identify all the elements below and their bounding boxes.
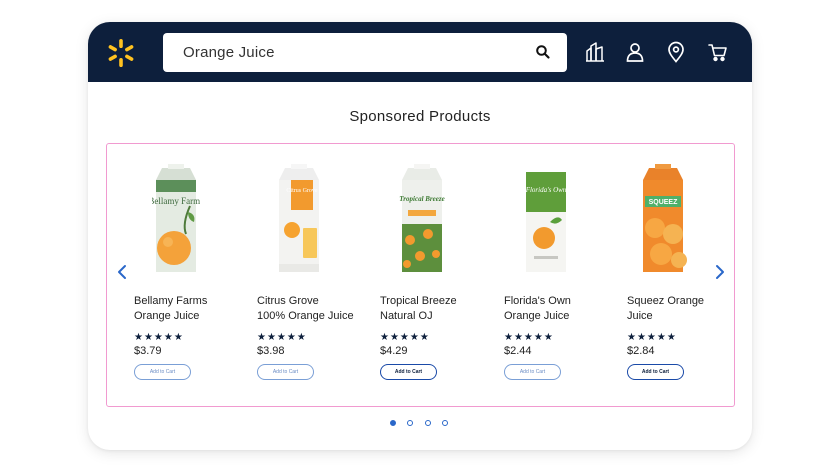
chevron-left-icon[interactable]	[115, 264, 129, 280]
add-to-cart-button[interactable]: Add to Cart	[504, 364, 561, 380]
add-to-cart-button[interactable]: Add to Cart	[627, 364, 684, 380]
carton-label: Bellamy Farms	[152, 196, 200, 206]
search-icon[interactable]	[535, 44, 551, 60]
product-price: $3.79	[134, 345, 162, 357]
product-card[interactable]: Citrus Grove Citrus Grove 100% Orange Ju…	[257, 144, 377, 406]
rating-stars: ★★★★★	[504, 332, 554, 343]
product-card[interactable]: SQUEEZ Squeez Orange Juice ★★★★★ $2.84 A…	[627, 144, 747, 406]
product-image[interactable]: Bellamy Farms	[152, 164, 200, 272]
product-card[interactable]: Tropical Breeze Tropical Breeze Natural …	[380, 144, 500, 406]
rating-stars: ★★★★★	[257, 332, 307, 343]
product-name[interactable]: Bellamy Farms Orange Juice	[134, 294, 256, 324]
product-card[interactable]: Florida's Own Florida's Own Orange Juice…	[504, 144, 624, 406]
product-image[interactable]: Citrus Grove	[275, 164, 323, 272]
rating-stars: ★★★★★	[134, 332, 184, 343]
page-dot-3[interactable]	[425, 420, 431, 426]
page-dot-4[interactable]	[442, 420, 448, 426]
add-to-cart-button[interactable]: Add to Cart	[257, 364, 314, 380]
section-title: Sponsored Products	[349, 108, 491, 125]
product-price: $3.98	[257, 345, 285, 357]
search-query: Orange Juice	[183, 44, 275, 61]
search-input[interactable]: Orange Juice	[163, 33, 567, 72]
carton-label: Florida's Own	[525, 186, 567, 194]
cart-icon[interactable]	[707, 41, 729, 63]
header-bar: Orange Juice	[88, 22, 752, 82]
product-card[interactable]: Bellamy Farms Bellamy Farms Orange Juice…	[134, 144, 254, 406]
product-name[interactable]: Florida's Own Orange Juice	[504, 294, 626, 324]
carton-label: Citrus Grove	[286, 188, 318, 194]
product-price: $2.44	[504, 345, 532, 357]
app-card: Orange Juice Sponsored Products ellamy F…	[88, 22, 752, 450]
account-icon[interactable]	[624, 41, 646, 63]
spark-logo-icon[interactable]	[106, 38, 136, 68]
product-name[interactable]: Tropical Breeze Natural OJ	[380, 294, 502, 324]
product-image[interactable]: Florida's Own	[522, 164, 570, 272]
rating-stars: ★★★★★	[627, 332, 677, 343]
product-name[interactable]: Citrus Grove 100% Orange Juice	[257, 294, 379, 324]
product-price: $2.84	[627, 345, 655, 357]
page-dot-2[interactable]	[407, 420, 413, 426]
add-to-cart-button[interactable]: Add to Cart	[134, 364, 191, 380]
product-image[interactable]: SQUEEZ	[639, 164, 687, 272]
page-dot-1[interactable]	[390, 420, 396, 426]
location-icon[interactable]	[665, 41, 687, 63]
carton-label: SQUEEZ	[649, 199, 679, 206]
product-name[interactable]: Squeez Orange Juice	[627, 294, 749, 324]
product-image[interactable]: Tropical Breeze	[398, 164, 446, 272]
product-carousel: Bellamy Farms Bellamy Farms Orange Juice…	[106, 143, 735, 407]
carton-label: Tropical Breeze	[399, 195, 444, 203]
add-to-cart-button[interactable]: Add to Cart	[380, 364, 437, 380]
rating-stars: ★★★★★	[380, 332, 430, 343]
product-price: $4.29	[380, 345, 408, 357]
reorder-icon[interactable]	[584, 41, 606, 63]
